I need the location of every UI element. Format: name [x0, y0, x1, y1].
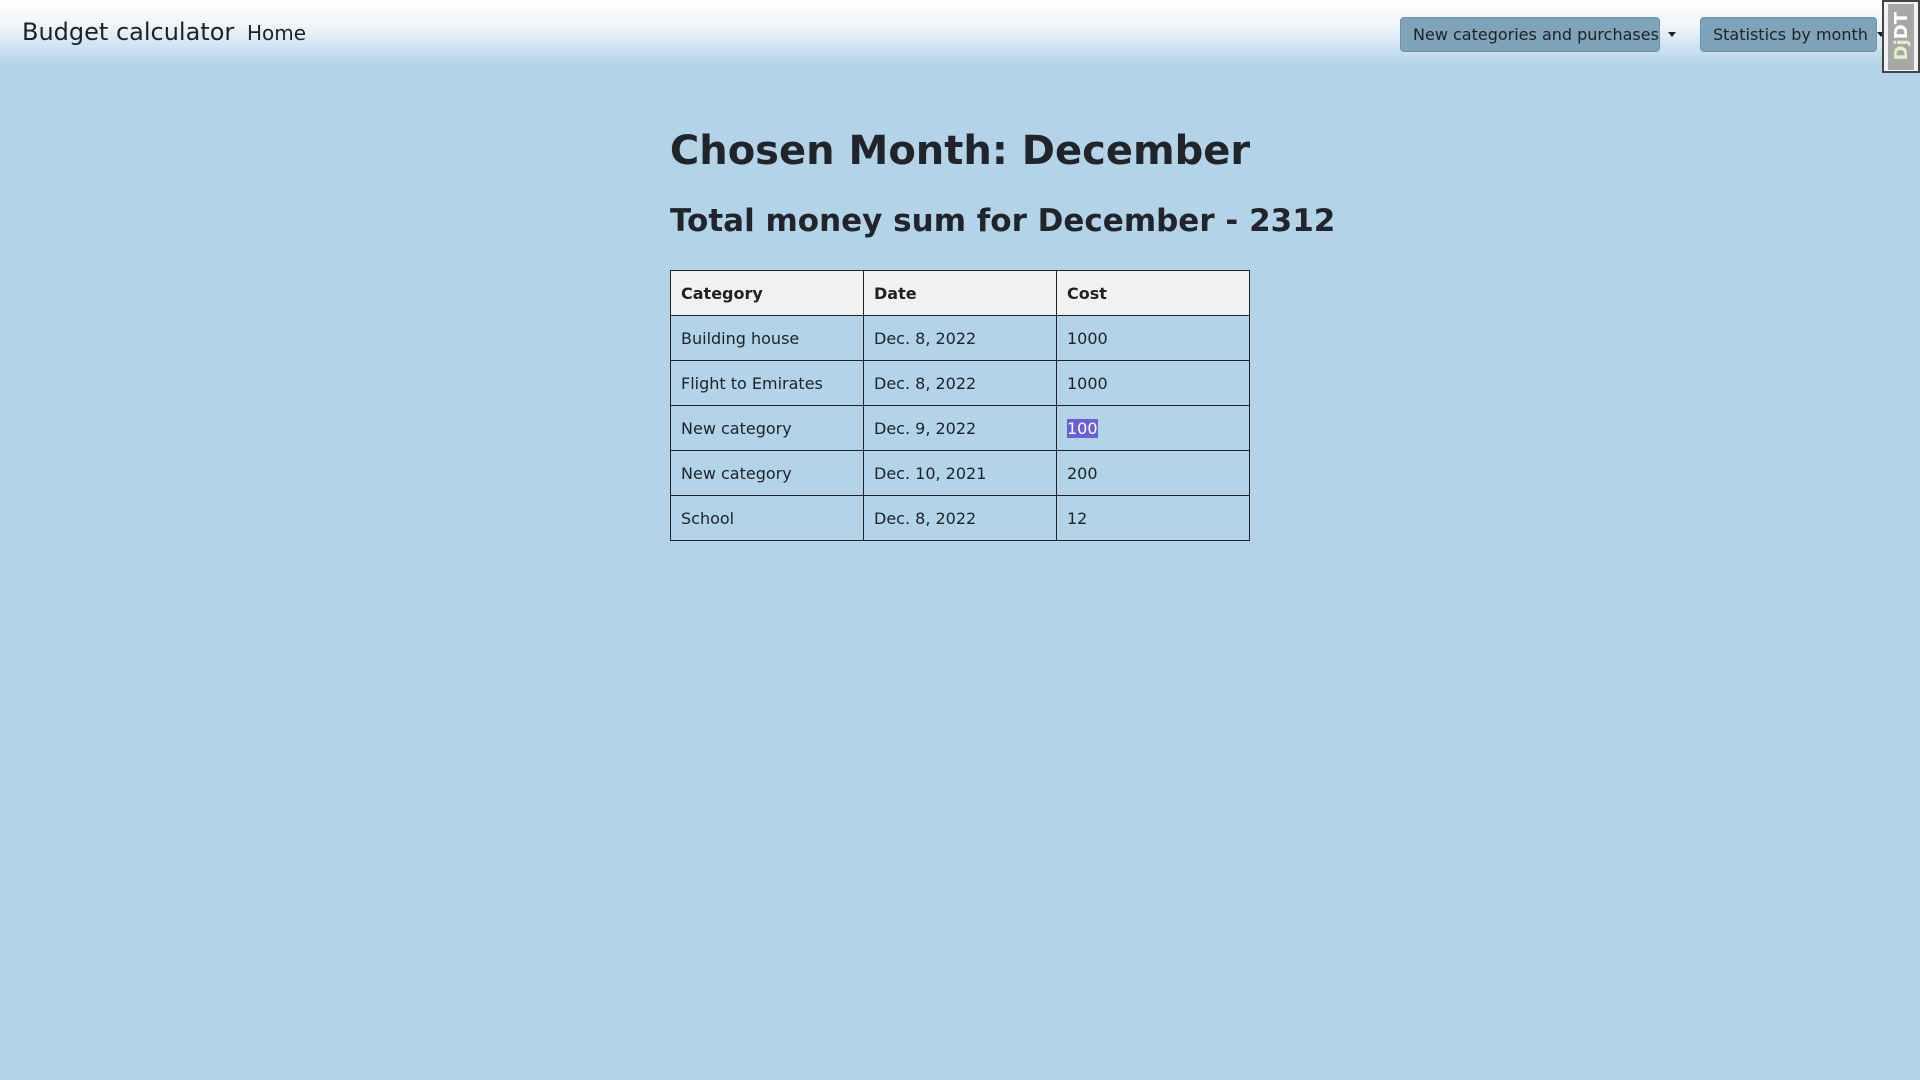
statistics-dropdown-label: Statistics by month [1713, 25, 1868, 44]
cell-date: Dec. 10, 2021 [863, 450, 1057, 496]
caret-down-icon [1667, 32, 1676, 37]
column-header-date: Date [863, 270, 1057, 316]
cell-date: Dec. 8, 2022 [863, 315, 1057, 361]
debug-toolbar-logo: DjDT [1888, 3, 1914, 70]
debug-toolbar-handle[interactable]: DjDT [1882, 0, 1920, 73]
cell-date: Dec. 8, 2022 [863, 360, 1057, 406]
table-row: Building house Dec. 8, 2022 1000 [670, 315, 1250, 361]
purchases-table: Category Date Cost Building house Dec. 8… [670, 270, 1250, 541]
total-sum-heading: Total money sum for December - 2312 [670, 203, 1336, 239]
column-header-category: Category [670, 270, 864, 316]
cell-cost: 200 [1056, 450, 1250, 496]
table-row: New category Dec. 10, 2021 200 [670, 450, 1250, 496]
new-categories-dropdown-label: New categories and purchases [1413, 25, 1659, 44]
cell-date: Dec. 8, 2022 [863, 495, 1057, 541]
table-row: Flight to Emirates Dec. 8, 2022 1000 [670, 360, 1250, 406]
cell-category: Flight to Emirates [670, 360, 864, 406]
navbar: Budget calculator Home New categories an… [0, 0, 1920, 73]
cell-date: Dec. 9, 2022 [863, 405, 1057, 451]
table-header-row: Category Date Cost [670, 270, 1250, 316]
cell-category: Building house [670, 315, 864, 361]
cell-category: School [670, 495, 864, 541]
cell-category: New category [670, 405, 864, 451]
cell-cost: 1000 [1056, 315, 1250, 361]
table-row: School Dec. 8, 2022 12 [670, 495, 1250, 541]
debug-toolbar-prefix: Dj [1890, 39, 1912, 61]
cell-cost: 12 [1056, 495, 1250, 541]
table-row: New category Dec. 9, 2022 100 [670, 405, 1250, 451]
brand-link[interactable]: Budget calculator [22, 18, 234, 46]
cell-cost: 100 [1056, 405, 1250, 451]
home-link[interactable]: Home [247, 21, 306, 45]
statistics-dropdown-button[interactable]: Statistics by month [1700, 17, 1885, 52]
debug-toolbar-suffix: DT [1890, 12, 1912, 40]
cell-category: New category [670, 450, 864, 496]
page-title: Chosen Month: December [669, 128, 1251, 174]
selected-cost-text[interactable]: 100 [1067, 418, 1098, 438]
cell-cost: 1000 [1056, 360, 1250, 406]
column-header-cost: Cost [1056, 270, 1250, 316]
new-categories-dropdown-button[interactable]: New categories and purchases [1400, 17, 1676, 52]
debug-toolbar-text: DjDT [1891, 12, 1912, 60]
